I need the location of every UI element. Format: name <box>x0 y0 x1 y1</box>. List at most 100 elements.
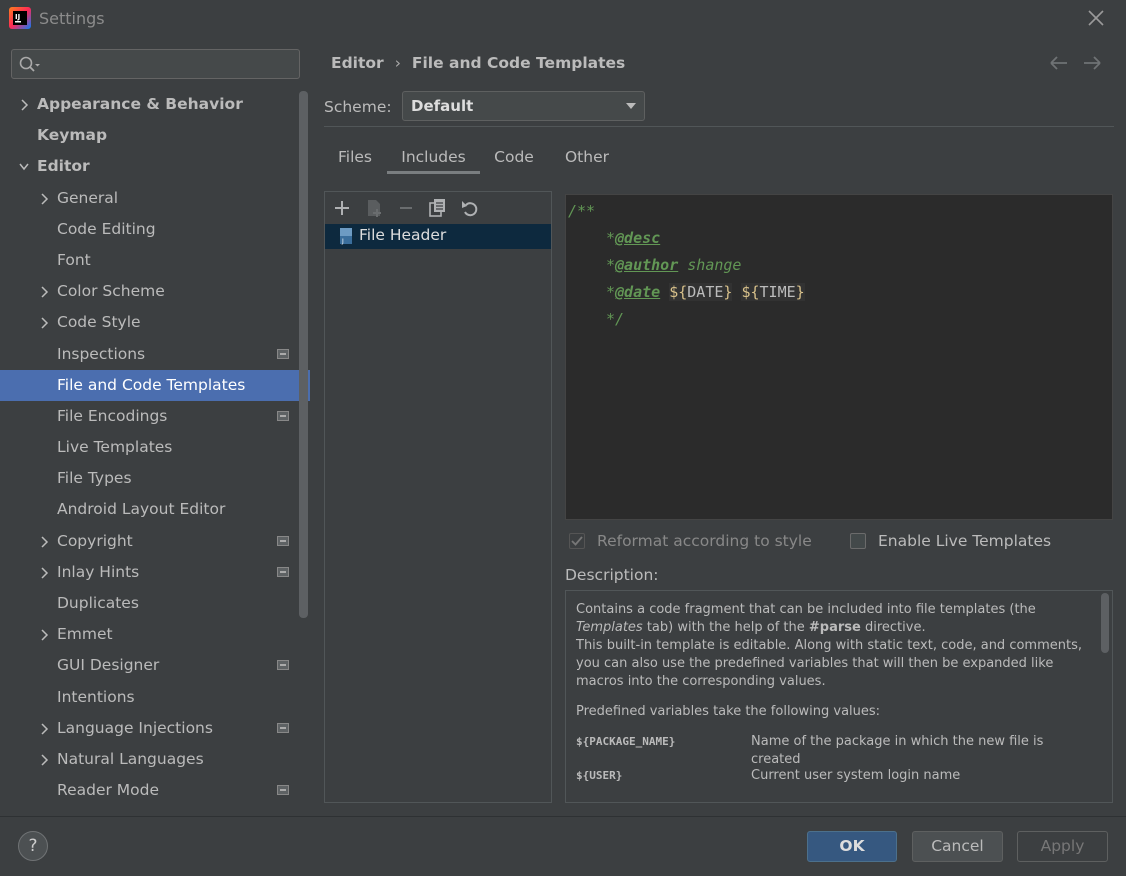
settings-sidebar: Appearance & Behavior Keymap Editor General… <box>0 36 310 816</box>
code-line-4: *@date ${DATE} ${TIME} <box>606 283 805 301</box>
live-templates-checkbox[interactable] <box>850 533 866 549</box>
sidebar-item-label: Reader Mode <box>57 781 160 800</box>
tab-code[interactable]: Code <box>481 142 547 174</box>
sidebar-item-code-style[interactable]: Code Style <box>0 307 300 338</box>
help-button[interactable]: ? <box>18 831 48 861</box>
main-panel: Editor › File and Code Templates Scheme: D… <box>310 36 1126 816</box>
sidebar-item-appearance-behavior[interactable]: Appearance & Behavior <box>0 89 300 120</box>
window-title: Settings <box>39 9 105 28</box>
template-code-editor[interactable]: /** *@desc *@author shange *@date ${DATE… <box>565 194 1113 520</box>
sidebar-item-color-scheme[interactable]: Color Scheme <box>0 276 300 307</box>
settings-search-input[interactable] <box>46 54 294 74</box>
sidebar-item-inlay-hints[interactable]: Inlay Hints <box>0 557 300 588</box>
chevron-right-icon[interactable] <box>19 99 29 111</box>
sidebar-item-label: Inlay Hints <box>57 562 140 581</box>
sidebar-item-label: Code Editing <box>57 219 156 238</box>
apply-button[interactable]: Apply <box>1017 831 1108 862</box>
sidebar-scrollbar[interactable] <box>299 91 308 618</box>
project-settings-icon <box>277 410 289 421</box>
add-child-icon[interactable] <box>363 197 385 219</box>
sidebar-item-gui-designer[interactable]: GUI Designer <box>0 650 300 681</box>
chevron-right-icon[interactable] <box>39 754 49 766</box>
chevron-right-icon[interactable] <box>39 286 49 298</box>
sidebar-item-label: Color Scheme <box>57 282 165 301</box>
reset-icon[interactable] <box>459 197 481 219</box>
forward-arrow-icon[interactable] <box>1082 54 1102 72</box>
add-icon[interactable] <box>331 197 353 219</box>
sidebar-item-label: Live Templates <box>57 438 173 457</box>
project-settings-icon <box>277 566 289 577</box>
code-line-5: */ <box>606 310 625 328</box>
chevron-right-icon[interactable] <box>39 193 49 205</box>
template-toolbar <box>325 192 551 224</box>
tab-includes[interactable]: Includes <box>387 142 480 174</box>
predefined-variables-intro: Predefined variables take the following … <box>576 704 881 719</box>
chevron-right-icon[interactable] <box>39 536 49 548</box>
variable-row: ${USER} Current user system login name <box>576 767 1096 801</box>
tab-other[interactable]: Other <box>548 142 626 174</box>
scheme-label: Scheme: <box>324 98 392 116</box>
sidebar-item-label: Language Injections <box>57 718 213 737</box>
chevron-right-icon[interactable] <box>39 317 49 329</box>
sidebar-item-label: Copyright <box>57 531 133 550</box>
template-item-file-header[interactable]: J File Header <box>325 224 551 249</box>
breadcrumb-parent[interactable]: Editor <box>331 54 384 72</box>
live-templates-label: Enable Live Templates <box>878 532 1052 550</box>
sidebar-item-code-editing[interactable]: Code Editing <box>0 214 300 245</box>
chevron-down-icon[interactable] <box>19 161 29 173</box>
sidebar-item-label: Inspections <box>57 344 146 363</box>
sidebar-item-duplicates[interactable]: Duplicates <box>0 588 300 619</box>
divider <box>0 816 1126 817</box>
settings-search-box[interactable] <box>11 49 300 79</box>
description-paragraph: Contains a code fragment that can be inc… <box>576 602 1082 689</box>
sidebar-item-label: Editor <box>37 157 90 176</box>
chevron-right-icon[interactable] <box>39 723 49 735</box>
scheme-dropdown[interactable]: Default <box>402 91 645 121</box>
variable-description: Current user system login name <box>751 768 961 783</box>
breadcrumb-separator: › <box>394 54 401 72</box>
sidebar-item-font[interactable]: Font <box>0 245 300 276</box>
live-templates-option[interactable]: Enable Live Templates <box>850 532 1080 554</box>
code-line-1: /** <box>568 202 596 220</box>
chevron-right-icon[interactable] <box>39 567 49 579</box>
sidebar-item-file-encodings[interactable]: File Encodings <box>0 401 300 432</box>
breadcrumb: Editor › File and Code Templates <box>331 54 625 72</box>
chevron-right-icon[interactable] <box>39 629 49 641</box>
sidebar-item-language-injections[interactable]: Language Injections <box>0 713 300 744</box>
sidebar-item-label: File Encodings <box>57 406 168 425</box>
reformat-checkbox[interactable] <box>569 533 585 549</box>
sidebar-item-inspections[interactable]: Inspections <box>0 339 300 370</box>
sidebar-item-label: Duplicates <box>57 594 139 612</box>
sidebar-item-label: File and Code Templates <box>57 375 246 394</box>
sidebar-item-reader-mode[interactable]: Reader Mode <box>0 775 300 806</box>
sidebar-item-live-templates[interactable]: Live Templates <box>0 432 300 463</box>
description-scrollbar[interactable] <box>1101 593 1109 653</box>
sidebar-item-label: Intentions <box>57 687 135 706</box>
variable-description: Name of the package in which the new fil… <box>751 734 1044 767</box>
sidebar-item-natural-languages[interactable]: Natural Languages <box>0 744 300 775</box>
cancel-button[interactable]: Cancel <box>912 831 1003 862</box>
sidebar-item-android-layout-editor[interactable]: Android Layout Editor <box>0 494 300 525</box>
reformat-option[interactable]: Reformat according to style <box>569 532 829 554</box>
sidebar-item-editor[interactable]: Editor <box>0 151 300 182</box>
sidebar-item-intentions[interactable]: Intentions <box>0 682 300 713</box>
sidebar-item-file-types[interactable]: File Types <box>0 463 300 494</box>
sidebar-item-emmet[interactable]: Emmet <box>0 619 300 650</box>
sidebar-item-keymap[interactable]: Keymap <box>0 120 300 151</box>
copy-icon[interactable] <box>427 197 449 219</box>
sidebar-item-general[interactable]: General <box>0 183 300 214</box>
svg-text:IJ: IJ <box>15 13 20 21</box>
project-settings-icon <box>277 785 289 796</box>
checkmark-icon <box>571 536 583 546</box>
code-line-3: *@author shange <box>606 256 742 274</box>
back-arrow-icon[interactable] <box>1049 54 1069 72</box>
remove-icon[interactable] <box>395 197 417 219</box>
ok-button[interactable]: OK <box>807 831 897 862</box>
sidebar-item-label: Natural Languages <box>57 749 204 768</box>
project-settings-icon <box>277 722 289 733</box>
settings-tree: Appearance & Behavior Keymap Editor General… <box>0 89 310 806</box>
sidebar-item-file-and-code-templates[interactable]: File and Code Templates <box>0 369 310 401</box>
tab-files[interactable]: Files <box>324 142 386 174</box>
sidebar-item-copyright[interactable]: Copyright <box>0 526 300 557</box>
close-icon[interactable] <box>1084 6 1108 30</box>
